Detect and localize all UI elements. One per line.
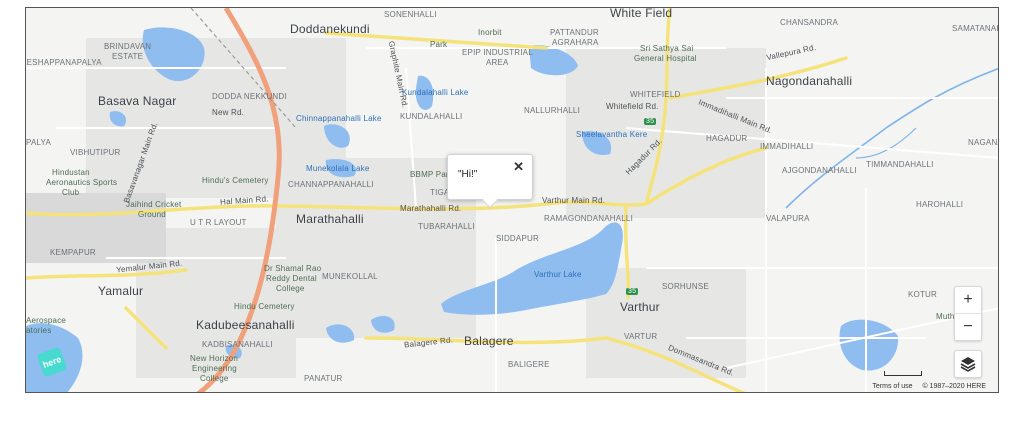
area-label: AREA [486, 58, 509, 67]
area-label: RAMAGONDANAHALLI [544, 214, 633, 223]
area-label: KUNDALAHALLI [400, 112, 463, 121]
area-label: HAROHALLI [916, 200, 964, 209]
poi-label: General Hospital [634, 54, 697, 63]
info-bubble-text: "Hi!" [458, 169, 478, 180]
area-label: SONENHALLI [384, 10, 437, 19]
layers-icon [960, 357, 976, 372]
zoom-in-button[interactable]: + [955, 287, 981, 313]
area-label: U T R LAYOUT [190, 218, 247, 227]
area-label: CHANSANDRA [780, 18, 839, 27]
area-label: ESTATE [112, 52, 144, 61]
area-label: HAGADUR [706, 134, 748, 143]
route-shield-35: 35 [644, 118, 657, 125]
poi-label: Hindustan [52, 168, 90, 177]
area-label: SIDDAPUR [496, 234, 539, 243]
poi-label: Park [430, 40, 448, 49]
scale-bar [884, 371, 922, 376]
water-label: Munekolala Lake [306, 164, 370, 173]
town-label-doddanekundi: Doddanekundi [290, 22, 370, 36]
town-label-kadubeesanahalli: Kadubeesanahalli [196, 318, 295, 332]
water-label: Varthur Lake [534, 270, 582, 279]
area-label: KOTUR [908, 290, 937, 299]
road-label: Marathahalli Rd. [400, 204, 462, 213]
poi-label: Inorbit [478, 28, 502, 37]
poi-label: Ground [138, 210, 166, 219]
poi-label: Aeronautics Sports [46, 178, 118, 187]
terms-of-use-link[interactable]: Terms of use [872, 383, 912, 390]
copyright-text: © 1987–2020 HERE [922, 383, 986, 390]
road-label: Varthur Main Rd. [542, 196, 606, 205]
poi-label: atories [26, 326, 52, 335]
poi-label: Jaihind Cricket [126, 200, 182, 209]
poi-label: Club [62, 188, 80, 197]
area-label: AJGONDANAHALLI [782, 166, 857, 175]
area-label: PANATUR [304, 374, 343, 383]
area-label: LESHAPPANAPALYA [25, 58, 102, 67]
poi-label: Sri Sathya Sai [640, 44, 694, 53]
road-label: New Rd. [212, 108, 245, 117]
close-icon[interactable]: ✕ [513, 159, 524, 175]
area-label: SAMATANAHAL [952, 24, 998, 33]
area-label: CHANNAPPANAHALLI [288, 180, 374, 189]
area-label: VALAPURA [766, 214, 810, 223]
water-label: Sheelavantha Kere [576, 130, 648, 139]
poi-label: Reddy Dental [266, 274, 317, 283]
town-label-nagondanahalli: Nagondanahalli [766, 74, 853, 88]
area-label: PALYA [26, 138, 52, 147]
zoom-control: + − [954, 286, 982, 341]
town-label-marathahalli: Marathahalli [296, 212, 364, 226]
town-label-varthur: Varthur [620, 300, 660, 314]
info-bubble: "Hi!" ✕ [447, 154, 533, 209]
area-label: PATTANDUR [550, 28, 599, 37]
poi-label: Hindu Cemetery [234, 302, 295, 311]
area-label: VARTUR [624, 332, 658, 341]
poi-label: Aerospace [26, 316, 67, 325]
water-label: Chinnappanahalli Lake [296, 114, 382, 123]
town-label-balagere: Balagere [464, 334, 514, 348]
area-label: KEMPAPUR [50, 248, 96, 257]
area-label: EPIP INDUSTRIAL [462, 48, 533, 57]
map-view[interactable]: Doddanekundi White Field Basava Nagar Na… [25, 7, 999, 393]
poi-label: New Horizon [190, 354, 238, 363]
zoom-out-button[interactable]: − [955, 313, 981, 340]
town-label-whitefield: White Field [610, 7, 673, 20]
layers-button[interactable] [954, 350, 982, 378]
area-label: NAGANA [968, 138, 998, 147]
area-label: VIBHUTIPUR [70, 148, 121, 157]
route-shield-35: 35 [626, 288, 639, 295]
road-label: Whitefield Rd. [606, 102, 659, 111]
poi-label: College [200, 374, 229, 383]
area-label: NALLURHALLI [524, 106, 581, 115]
poi-label: College [276, 284, 305, 293]
poi-label: Dr Shamal Rao [264, 264, 322, 273]
area-label: WHITEFIELD [630, 90, 681, 99]
area-label: IMMADIHALLI [760, 142, 814, 151]
area-label: TUBARAHALLI [418, 222, 475, 231]
area-label: MUNEKOLLAL [322, 272, 378, 281]
town-label-basava-nagar: Basava Nagar [98, 94, 177, 108]
area-label: AGRAHARA [552, 38, 599, 47]
poi-label: Hindu's Cemetery [202, 176, 269, 185]
area-label: SORHUNSE [662, 282, 709, 291]
area-label: TIMMANDAHALLI [866, 160, 934, 169]
area-label: DODDA NEKKUNDI [212, 92, 287, 101]
water-label: Kundalahalli Lake [402, 88, 469, 97]
poi-label: Engineering [192, 364, 237, 373]
area-label: BALIGERE [508, 360, 550, 369]
area-label: KADBISANAHALLI [202, 340, 273, 349]
map-footer: Terms of use © 1987–2020 HERE [864, 383, 986, 390]
town-label-yamalur: Yamalur [98, 284, 144, 298]
area-label: BRINDAVAN [104, 42, 152, 51]
